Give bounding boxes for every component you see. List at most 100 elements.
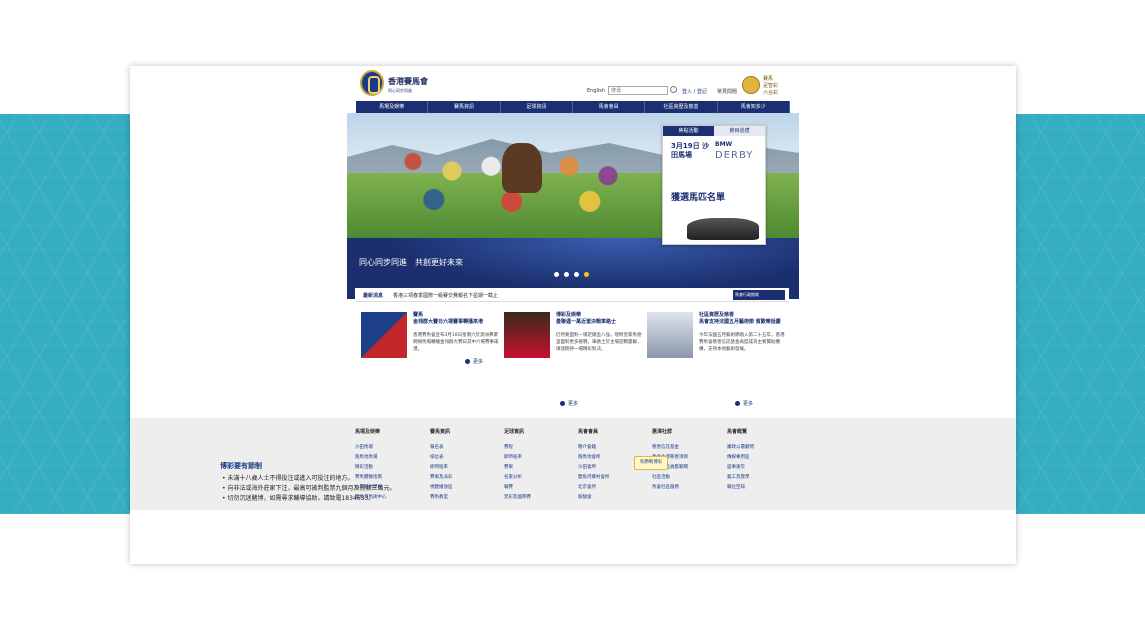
login-link[interactable]: 登入 / 登記 <box>682 88 707 95</box>
carousel-dot[interactable] <box>554 272 559 277</box>
card-image-football[interactable] <box>504 312 550 358</box>
footer-link[interactable]: 足彩及國際賽 <box>504 493 574 503</box>
footer-link[interactable]: 傳媒專用區 <box>727 453 797 463</box>
footer-link[interactable]: 廉政公署顧問 <box>727 443 797 453</box>
footer-link[interactable]: 職位空缺 <box>727 483 797 493</box>
footer-link[interactable]: 即時賠率 <box>430 463 500 473</box>
nav-item-membership[interactable]: 馬會會員 <box>573 101 646 113</box>
footer-link[interactable]: 聯賽 <box>504 483 574 493</box>
news-card-racing: 賽馬 金翎群大賽日六場賽事轉播來港 香港賽馬會宣布3月18日星期六於澳洲弗萊明頓… <box>361 312 501 412</box>
tab-highlights[interactable]: 焦點活動 <box>663 126 714 136</box>
responsible-line: • 切勿沉迷賭博，如需尋求輔導協助，請致電1834633。 <box>222 495 375 502</box>
footer-link[interactable]: 視聽播放區 <box>430 483 500 493</box>
card-title[interactable]: 博彩及娛樂 曼聯遇一萬近當決戰車路士 <box>556 312 644 326</box>
card-body: 今年法國五月藝術節踏入第二十五年，香港賽馬會慈善信託基金再度成為主要贊助機構，支… <box>699 333 785 352</box>
footer-heading[interactable]: 賽馬資訊 <box>430 428 500 435</box>
card-title[interactable]: 賽馬 金翎群大賽日六場賽事轉播來港 <box>413 312 501 326</box>
carousel-dot[interactable] <box>564 272 569 277</box>
news-label: 最新消息 <box>363 293 384 299</box>
footer-link[interactable]: 慈善信託基金 <box>652 443 722 453</box>
footer-heading[interactable]: 馬會概覽 <box>727 428 797 435</box>
more-link[interactable]: 更多 <box>465 358 483 365</box>
footer-link[interactable]: 義工及獎學 <box>727 473 797 483</box>
betting-link-football[interactable]: 足智彩 <box>763 83 778 90</box>
brand-name: 香港賽馬會 <box>388 77 428 86</box>
footer-link[interactable]: 沙田馬場 <box>355 443 425 453</box>
card-image-racing[interactable] <box>361 312 407 358</box>
news-ticker: 最新消息 香港三項春季國際一級賽交費報名下星期一截止 馬會行政總裁 <box>355 288 789 302</box>
footer-link[interactable]: 報名表 <box>430 443 500 453</box>
footer-link[interactable]: 馬會社區服務 <box>652 483 722 493</box>
brand-tagline: 同心同步同進 <box>388 88 412 93</box>
footer-link[interactable]: 即時賠率 <box>504 453 574 463</box>
card-title[interactable]: 社區資歷及慈善 馬會支持法國五月藝術節 賀歡樂話慶 <box>699 312 787 326</box>
responsible-gambling-title: 博彩要有節制 <box>220 462 262 470</box>
ceo-badge[interactable]: 馬會行政總裁 <box>733 290 785 300</box>
footer-link[interactable]: 雙魚河鄉村會所 <box>578 473 648 483</box>
footer-link[interactable]: 賽程 <box>504 443 574 453</box>
responsible-gambling-lines: • 未滿十八歲人士不得投注或進入可投注的地方。 • 向非法或海外莊家下注，最高可… <box>222 474 395 504</box>
nav-item-racing[interactable]: 賽馬資訊 <box>428 101 501 113</box>
news-card-football: 博彩及娛樂 曼聯遇一萬近當決戰車路士 仍然要面對一場足總盃八強，現時皇家馬德里面… <box>504 312 644 412</box>
card-image-community[interactable] <box>647 312 693 358</box>
betting-link-mark6[interactable]: 六合彩 <box>763 90 778 97</box>
jockey-club-logo-icon[interactable] <box>360 70 384 96</box>
betting-logo-icon[interactable] <box>742 76 760 94</box>
footer-link[interactable]: 北京會所 <box>578 483 648 493</box>
footer-link[interactable]: 社區活動 <box>652 473 722 483</box>
footer-link[interactable]: 精彩活動 <box>355 463 425 473</box>
footer-link[interactable]: 簡介會籍 <box>578 443 648 453</box>
news-card-community: 社區資歷及慈善 馬會支持法國五月藝術節 賀歡樂話慶 今年法國五月藝術節踏入第二十… <box>647 312 787 412</box>
footer-link[interactable]: 名家分析 <box>504 473 574 483</box>
footer-heading[interactable]: 馬場及娛樂 <box>355 428 425 435</box>
faq-link[interactable]: 常見問題 <box>717 88 737 95</box>
tab-programmes[interactable]: 節目巡禮 <box>714 126 765 136</box>
footer-heading[interactable]: 足球資訊 <box>504 428 574 435</box>
footer-heading[interactable]: 馬會會員 <box>578 428 648 435</box>
search-icon[interactable] <box>670 86 677 93</box>
betting-links: 賽馬 足智彩 六合彩 <box>763 76 778 97</box>
footer-link[interactable]: 競駿會 <box>578 493 648 503</box>
presentation-stage: 香港賽馬會 同心同步同進 English 登入 / 登記 常見問題 賽馬 足智彩… <box>0 0 1145 630</box>
news-text[interactable]: 香港三項春季國際一級賽交費報名下星期一截止 <box>393 292 498 299</box>
promo-panel[interactable]: 焦點活動 節目巡禮 3月19日 沙田馬場 BMW DERBY 獲選馬匹名單 <box>662 125 766 245</box>
footer-link[interactable]: 跑馬地馬場 <box>355 453 425 463</box>
hero-horse-image <box>502 143 542 193</box>
promo-car-image <box>687 218 759 240</box>
carousel-dot-active[interactable] <box>584 272 589 277</box>
footer-heading[interactable]: 惠澤社群 <box>652 428 722 435</box>
betting-link-racing[interactable]: 賽馬 <box>763 76 778 83</box>
carousel-dot[interactable] <box>574 272 579 277</box>
site-header: 香港賽馬會 同心同步同進 English 登入 / 登記 常見問題 賽馬 足智彩… <box>130 66 1016 102</box>
hero-slogan: 同心同步同進 共創更好未來 <box>359 258 463 267</box>
more-link[interactable]: 更多 <box>735 400 753 407</box>
promo-title[interactable]: 獲選馬匹名單 <box>671 190 725 203</box>
promo-bmw: BMW <box>715 141 733 148</box>
hero-banner[interactable]: 同心同步同進 共創更好未來 焦點活動 節目巡禮 3月19日 沙田馬場 BMW D… <box>347 113 799 299</box>
search-input[interactable] <box>608 86 668 95</box>
footer-link[interactable]: 排位表 <box>430 453 500 463</box>
footer-link[interactable]: 賽馬教室 <box>430 493 500 503</box>
card-body: 香港賽馬會宣布3月18日星期六於澳洲弗萊明頓馬場轉播金翎群大賽日其中六場賽事來港… <box>413 333 499 352</box>
responsible-line: • 未滿十八歲人士不得投注或進入可投注的地方。 <box>222 475 354 482</box>
footer-column: 足球資訊 賽程 即時賠率 賽果 名家分析 聯賽 足彩及國際賽 <box>504 428 574 503</box>
more-link[interactable]: 更多 <box>560 400 578 407</box>
footer-link[interactable]: 賽果 <box>504 463 574 473</box>
nav-item-about[interactable]: 馬會知多少 <box>718 101 790 113</box>
promo-tabs: 焦點活動 節目巡禮 <box>663 126 765 136</box>
nav-item-football[interactable]: 足球資訊 <box>501 101 573 113</box>
responsible-line: • 向非法或海外莊家下注，最高可被判監禁九個月及罰款三萬元。 <box>222 485 396 492</box>
footer-link[interactable]: 賽果及派彩 <box>430 473 500 483</box>
footer-column: 賽馬資訊 報名表 排位表 即時賠率 賽果及派彩 視聽播放區 賽馬教室 <box>430 428 500 503</box>
nav-item-racecourse[interactable]: 馬場及娛樂 <box>356 101 429 113</box>
footer-link[interactable]: 盛事速年 <box>727 463 797 473</box>
card-body: 仍然要面對一場足總盃八強，現時皇家馬德里面對更多挑戰，車路士於主場迎戰曼聯，球迷… <box>556 333 642 352</box>
language-link[interactable]: English <box>587 88 605 94</box>
promo-date: 3月19日 沙田馬場 <box>671 142 710 159</box>
main-nav: 馬場及娛樂 賽馬資訊 足球資訊 馬會會員 社區資歷及慈善 馬會知多少 <box>356 101 790 113</box>
promo-derby: DERBY <box>715 150 754 161</box>
responsible-gambling-badge[interactable]: 有節制博彩 <box>634 456 668 470</box>
carousel-dots <box>554 272 589 277</box>
nav-item-community[interactable]: 社區資歷及慈善 <box>645 101 718 113</box>
footer-column: 馬會概覽 廉政公署顧問 傳媒專用區 盛事速年 義工及獎學 職位空缺 <box>727 428 797 493</box>
